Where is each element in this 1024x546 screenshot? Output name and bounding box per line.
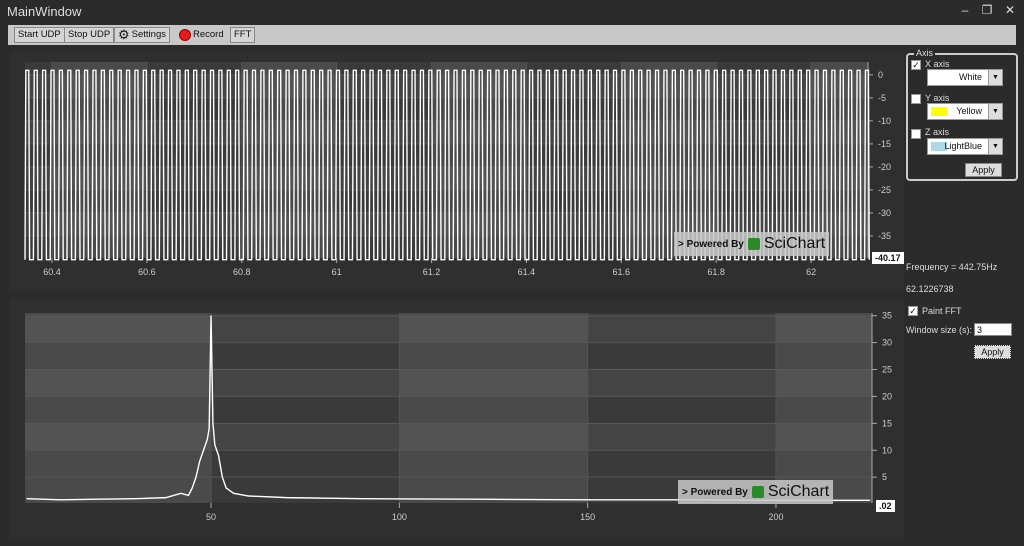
z-axis-checkbox[interactable] (911, 129, 921, 139)
minimize-button[interactable]: – (955, 3, 975, 17)
y-tick-label: 5 (882, 472, 887, 482)
x-tick-label: 62 (806, 267, 816, 277)
x-tick-label: 150 (580, 512, 595, 522)
start-udp-label: Start UDP (18, 29, 61, 40)
chevron-down-icon: ▼ (988, 70, 1002, 85)
powered-by-text: > Powered By (682, 486, 748, 498)
start-udp-button[interactable]: Start UDP (14, 27, 65, 43)
settings-button[interactable]: ⚙ Settings (114, 27, 170, 43)
frequency-text: Frequency = 442.75Hz (906, 262, 998, 272)
x-tick-label: 100 (392, 512, 407, 522)
y-axis-checkbox[interactable] (911, 94, 921, 104)
y-cursor-label: .02 (876, 500, 895, 512)
z-axis-label: Z axis (925, 127, 950, 137)
z-axis-color-value: LightBlue (944, 141, 982, 151)
settings-label: Settings (131, 29, 166, 40)
restore-button[interactable]: ❐ (977, 3, 997, 17)
scichart-logo-icon (751, 486, 764, 498)
fft-chart[interactable]: 35 30 25 20 15 10 5 50 100 150 200 > Powered By Sci… (10, 298, 904, 538)
x-axis-checkbox[interactable]: ✓ (911, 60, 921, 70)
x-axis-color-value: White (958, 72, 982, 82)
y-tick-label: -10 (878, 116, 891, 126)
y-tick-label: 25 (882, 365, 892, 375)
axis-group-legend: Axis (914, 48, 936, 58)
y-tick-label: 20 (882, 391, 892, 401)
x-tick-label: 61.2 (423, 267, 441, 277)
chevron-down-icon: ▼ (988, 104, 1002, 119)
record-button[interactable]: Record (176, 27, 227, 43)
axis-groupbox: Axis ✓ X axis White ▼ Y axis Yellow ▼ Z ax… (906, 48, 1018, 181)
stop-udp-button[interactable]: Stop UDP (64, 27, 115, 43)
scichart-watermark: > Powered By SciChart (674, 232, 830, 256)
x-tick-label: 61.4 (518, 267, 536, 277)
color-swatch (931, 107, 947, 116)
grid-band (25, 315, 872, 343)
y-tick-label: -20 (878, 162, 891, 172)
paint-fft-label: Paint FFT (922, 306, 962, 316)
y-cursor-label: -40.17 (872, 252, 904, 264)
time-value-text: 62.1226738 (906, 284, 954, 294)
title-bar: MainWindow – ❐ ✕ (0, 0, 1024, 24)
y-tick-label: -30 (878, 208, 891, 218)
scichart-logo-icon (747, 238, 760, 250)
stop-udp-label: Stop UDP (68, 29, 111, 40)
record-label: Record (193, 29, 224, 40)
x-tick-label: 61.6 (613, 267, 631, 277)
brand-text: SciChart (763, 235, 826, 252)
y-tick-label: 35 (882, 311, 892, 321)
y-tick-label: -35 (878, 231, 891, 241)
y-tick-label: 30 (882, 338, 892, 348)
window-size-input[interactable] (974, 323, 1012, 336)
fft-label: FFT (234, 29, 252, 40)
x-tick-label: 61.8 (707, 267, 725, 277)
x-tick-label: 50 (206, 512, 216, 522)
window-size-label: Window size (s): (906, 325, 973, 335)
y-tick-label: -25 (878, 185, 891, 195)
chevron-down-icon: ▼ (988, 139, 1002, 154)
y-tick-label: 0 (878, 70, 883, 80)
grid-band (25, 423, 872, 451)
window-title: MainWindow (7, 4, 82, 19)
x-axis-label: X axis (925, 59, 950, 69)
y-tick-label: 10 (882, 445, 892, 455)
y-axis-color-select[interactable]: Yellow ▼ (927, 103, 1003, 120)
powered-by-text: > Powered By (678, 238, 744, 250)
x-tick-label: 200 (768, 512, 783, 522)
scichart-watermark: > Powered By SciChart (678, 480, 834, 504)
close-button[interactable]: ✕ (1000, 3, 1020, 17)
axis-apply-button[interactable]: Apply (965, 163, 1002, 177)
x-axis-color-select[interactable]: White ▼ (927, 69, 1003, 86)
grid-band (25, 369, 872, 397)
y-axis-label: Y axis (925, 93, 950, 103)
y-axis-color-value: Yellow (956, 106, 982, 116)
x-tick-label: 60.4 (43, 267, 61, 277)
x-tick-label: 60.8 (233, 267, 251, 277)
x-tick-label: 60.6 (138, 267, 156, 277)
brand-text: SciChart (767, 483, 830, 500)
time-chart[interactable]: 0 -5 -10 -15 -20 -25 -30 -35 60.4 60.6 60.8 61 61.2 6… (10, 52, 904, 290)
y-tick-label: 15 (882, 418, 892, 428)
fft-button[interactable]: FFT (230, 27, 256, 43)
fft-apply-button[interactable]: Apply (974, 345, 1011, 359)
z-axis-color-select[interactable]: LightBlue ▼ (927, 138, 1003, 155)
x-tick-label: 61 (332, 267, 342, 277)
record-icon (179, 29, 191, 41)
y-tick-label: -15 (878, 139, 891, 149)
gear-icon: ⚙ (118, 27, 130, 42)
toolbar: Start UDP Stop UDP ⚙ Settings Record FFT (8, 25, 1016, 45)
paint-fft-checkbox[interactable]: ✓ (908, 306, 918, 316)
y-tick-label: -5 (878, 93, 886, 103)
